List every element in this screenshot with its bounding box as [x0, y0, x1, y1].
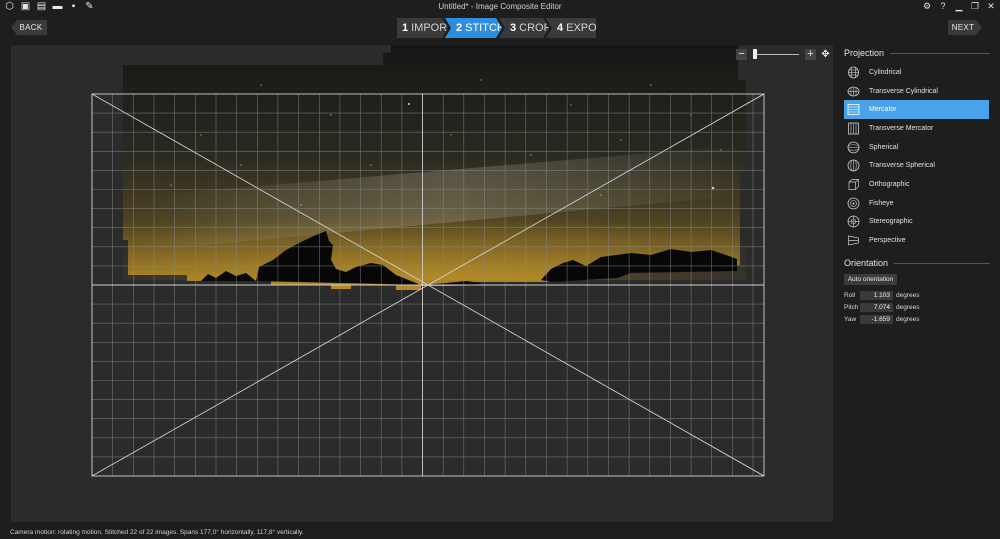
transverse-spherical-icon [847, 159, 860, 172]
step-export[interactable]: 4 EXPORT [546, 18, 596, 38]
zoom-slider[interactable] [753, 48, 799, 59]
pitch-input[interactable]: 7.074 [860, 303, 893, 312]
step-label: EXPORT [566, 22, 612, 34]
zoom-slider-thumb[interactable] [753, 48, 757, 59]
step-number: 2 [456, 22, 463, 34]
pitch-unit: degrees [896, 304, 920, 311]
transverse-cylindrical-icon [847, 86, 860, 96]
projection-item-transverse-mercator[interactable]: Transverse Mercator [844, 119, 989, 138]
step-number: 1 [402, 22, 409, 34]
orthographic-icon [848, 179, 859, 190]
zoom-to-fit-icon[interactable]: ✥ [820, 49, 831, 60]
yaw-label: Yaw [844, 316, 857, 323]
projection-item-label: Transverse Mercator [869, 124, 934, 132]
projection-item-label: Spherical [869, 143, 899, 151]
step-number: 3 [510, 22, 517, 34]
heading-divider [890, 52, 990, 54]
window-controls: ⚙ ? ▁ ❐ ✕ [922, 1, 996, 12]
projection-heading: Projection [844, 48, 990, 58]
roll-row: Roll 1.103 degrees [844, 291, 920, 300]
yaw-row: Yaw -1.659 degrees [844, 315, 920, 324]
projection-item-label: Cylindrical [869, 68, 902, 76]
projection-item-orthographic[interactable]: Orthographic [844, 175, 989, 194]
transverse-mercator-icon [848, 122, 859, 135]
step-stitch[interactable]: 2 STITCH [445, 18, 502, 38]
step-label: CROP [519, 22, 551, 34]
status-bar-text: Camera motion: rotating motion. Stitched… [10, 529, 304, 536]
projection-item-label: Transverse Cylindrical [869, 87, 938, 95]
pitch-row: Pitch 7.074 degrees [844, 303, 920, 312]
roll-unit: degrees [896, 292, 920, 299]
minimize-icon[interactable]: ▁ [954, 1, 964, 12]
workflow-steps: 1 IMPORT 2 STITCH 3 CROP 4 EXPORT [397, 18, 596, 38]
step-label: IMPORT [411, 22, 454, 34]
projection-item-fisheye[interactable]: Fisheye [844, 194, 989, 213]
projection-item-mercator[interactable]: Mercator [844, 100, 989, 120]
back-button[interactable]: BACK [11, 20, 47, 35]
projection-item-cylindrical[interactable]: Cylindrical [844, 63, 989, 82]
projection-item-transverse-cylindrical[interactable]: Transverse Cylindrical [844, 82, 989, 101]
step-crop[interactable]: 3 CROP [499, 18, 549, 38]
mercator-icon [847, 104, 860, 116]
perspective-icon [848, 235, 859, 246]
cylindrical-icon [848, 66, 859, 79]
projection-item-label: Stereographic [869, 218, 913, 226]
stereographic-icon [847, 215, 860, 228]
fisheye-icon [847, 197, 860, 210]
zoom-control: − + ✥ [736, 48, 831, 60]
spherical-icon [847, 141, 860, 153]
stitched-panorama-image [123, 45, 746, 290]
restore-icon[interactable]: ❐ [970, 1, 980, 12]
projection-item-label: Mercator [869, 106, 897, 114]
projection-item-label: Orthographic [869, 180, 910, 188]
panorama-preview[interactable] [11, 45, 833, 522]
stitch-preview-canvas[interactable] [11, 45, 833, 522]
window-title: Untitled* - Image Composite Editor [438, 2, 562, 11]
yaw-input[interactable]: -1.659 [860, 315, 893, 324]
roll-label: Roll [844, 292, 856, 299]
pitch-label: Pitch [844, 304, 859, 311]
projection-item-stereographic[interactable]: Stereographic [844, 213, 989, 232]
roll-input[interactable]: 1.103 [860, 291, 893, 300]
zoom-in-button[interactable]: + [805, 48, 816, 60]
workflow-bar: BACK 1 IMPORT 2 STITCH 3 CROP 4 EXPORT NEXT [0, 14, 1000, 42]
projection-item-transverse-spherical[interactable]: Transverse Spherical [844, 156, 989, 175]
projection-item-perspective[interactable]: Perspective [844, 231, 989, 250]
settings-gear-icon[interactable]: ⚙ [922, 1, 932, 12]
projection-item-spherical[interactable]: Spherical [844, 138, 989, 157]
projection-heading-text: Projection [844, 48, 885, 58]
step-label: STITCH [465, 22, 505, 34]
step-number: 4 [557, 22, 564, 34]
close-icon[interactable]: ✕ [986, 1, 996, 12]
title-bar: ⬡ ▣ ▤ ▬ ▪ ✎ Untitled* - Image Composite … [0, 0, 1000, 14]
heading-divider [894, 262, 990, 264]
yaw-unit: degrees [896, 316, 920, 323]
projection-item-label: Perspective [869, 237, 906, 245]
projection-item-label: Transverse Spherical [869, 162, 935, 170]
step-import[interactable]: 1 IMPORT [397, 18, 448, 38]
projection-list: Cylindrical Transverse Cylindrical Merca… [844, 63, 989, 250]
help-icon[interactable]: ? [938, 1, 948, 12]
stitch-settings-panel: Projection Cylindrical Transverse Cylind… [838, 45, 1000, 522]
next-button[interactable]: NEXT [948, 20, 982, 35]
auto-orientation-button[interactable]: Auto orientation [844, 274, 897, 285]
projection-item-label: Fisheye [869, 199, 894, 207]
zoom-out-button[interactable]: − [736, 48, 747, 60]
orientation-heading: Orientation [844, 258, 990, 268]
orientation-heading-text: Orientation [844, 258, 889, 268]
